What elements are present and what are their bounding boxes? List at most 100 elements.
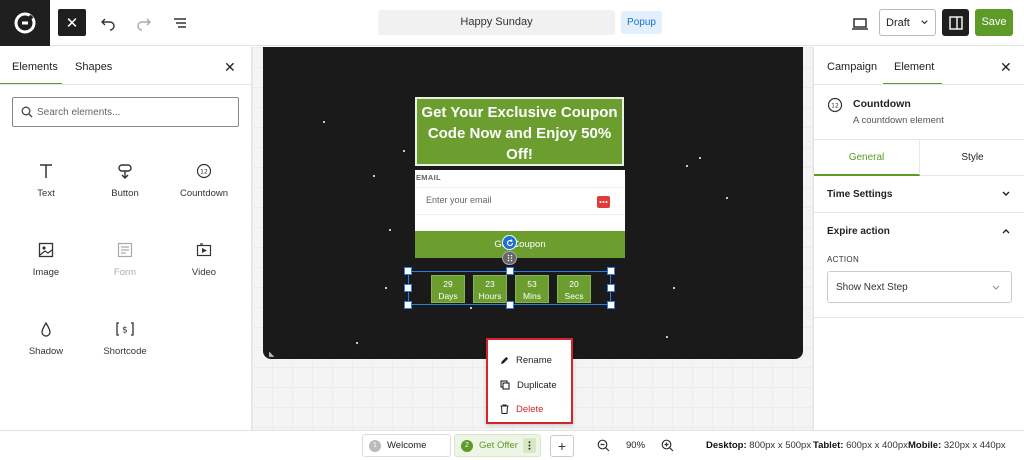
shadow-icon xyxy=(41,321,51,337)
element-form[interactable]: Form xyxy=(89,239,161,289)
step-menu-icon[interactable] xyxy=(523,438,536,453)
star-decoration xyxy=(686,165,688,167)
button-icon xyxy=(118,164,132,179)
element-text[interactable]: Text xyxy=(10,160,82,210)
countdown-unit: Mins xyxy=(523,291,541,301)
element-label: Video xyxy=(191,267,217,278)
element-shadow[interactable]: Shadow xyxy=(10,318,82,368)
redo-icon[interactable] xyxy=(132,11,156,35)
resize-handle[interactable] xyxy=(607,284,615,292)
subtab-style[interactable]: Style xyxy=(920,140,1024,176)
resize-handle[interactable] xyxy=(607,301,615,309)
element-image[interactable]: Image xyxy=(10,239,82,289)
menu-item-duplicate[interactable]: Duplicate xyxy=(500,377,557,393)
campaign-name-field[interactable]: Happy Sunday xyxy=(378,10,615,35)
element-label: Shadow xyxy=(28,346,64,357)
countdown-element-selected[interactable]: 29 Days 23 Hours 53 Mins 20 Secs xyxy=(408,271,611,305)
tab-campaign[interactable]: Campaign xyxy=(827,61,877,73)
chevron-down-icon xyxy=(992,285,1000,290)
desktop-icon[interactable] xyxy=(848,12,872,36)
layers-icon[interactable] xyxy=(168,11,192,35)
tab-shapes[interactable]: Shapes xyxy=(75,61,112,73)
status-select[interactable]: Draft xyxy=(879,9,936,36)
star-decoration xyxy=(373,175,375,177)
chevron-up-icon xyxy=(1002,229,1010,234)
tab-element[interactable]: Element xyxy=(894,61,934,73)
step-label: Get Offer xyxy=(479,440,518,451)
add-step-button[interactable]: + xyxy=(550,435,574,457)
zoom-out-icon[interactable] xyxy=(597,439,610,452)
accordion-title: Time Settings xyxy=(827,189,893,200)
rotate-handle-icon[interactable] xyxy=(502,235,517,250)
countdown-unit: Days xyxy=(438,291,458,301)
get-coupon-button[interactable]: Get Coupon xyxy=(415,231,625,258)
save-button[interactable]: Save xyxy=(975,9,1013,36)
countdown-value: 53 xyxy=(527,279,537,289)
menu-item-delete[interactable]: Delete xyxy=(500,401,543,417)
password-manager-icon[interactable] xyxy=(597,196,610,208)
popup-stage[interactable]: ◣ Get Your Exclusive Coupon Code Now and… xyxy=(263,47,803,359)
element-button[interactable]: Button xyxy=(89,160,161,210)
countdown-value: 23 xyxy=(485,279,495,289)
desktop-dimensions: Desktop: 800px x 500px xyxy=(706,440,812,451)
step-welcome[interactable]: 1 Welcome xyxy=(362,434,451,457)
element-shortcode[interactable]: $ Shortcode xyxy=(89,318,161,368)
close-icon[interactable]: ✕ xyxy=(224,59,236,76)
accordion-expire-action[interactable]: Expire action xyxy=(814,213,1024,250)
countdown-days: 29 Days xyxy=(431,275,465,303)
step-get-offer[interactable]: 2 Get Offer xyxy=(454,434,541,457)
resize-handle[interactable] xyxy=(404,267,412,275)
panel-toggle-button[interactable] xyxy=(942,9,969,36)
element-label: Button xyxy=(111,188,139,199)
action-select[interactable]: Show Next Step xyxy=(827,271,1012,303)
search-input[interactable] xyxy=(37,103,232,121)
accordion-title: Expire action xyxy=(827,226,890,237)
resize-handle[interactable] xyxy=(506,267,514,275)
divider xyxy=(814,84,1024,85)
settings-panel: Campaign Element ✕ 12 Countdown A countd… xyxy=(813,47,1024,430)
action-label: ACTION xyxy=(827,255,860,264)
form-icon xyxy=(117,242,133,258)
resize-handle[interactable] xyxy=(404,284,412,292)
star-decoration xyxy=(699,157,701,159)
undo-icon[interactable] xyxy=(96,11,120,35)
countdown-hours: 23 Hours xyxy=(473,275,507,303)
close-editor-button[interactable]: ✕ xyxy=(58,9,86,36)
duplicate-icon xyxy=(500,380,510,390)
email-form[interactable]: EMAIL Get Coupon xyxy=(415,170,625,258)
element-video[interactable]: Video xyxy=(168,239,240,289)
tab-elements[interactable]: Elements xyxy=(12,61,58,73)
bottom-bar: 1 Welcome 2 Get Offer + 90% Desktop: 800… xyxy=(0,430,1024,460)
zoom-in-icon[interactable] xyxy=(661,439,674,452)
resize-handle[interactable] xyxy=(404,301,412,309)
email-input[interactable] xyxy=(426,195,586,205)
resize-handle[interactable] xyxy=(607,267,615,275)
search-icon xyxy=(21,106,33,118)
svg-text:$: $ xyxy=(122,326,128,336)
image-icon xyxy=(38,242,54,258)
zoom-level: 90% xyxy=(626,440,646,451)
menu-item-rename[interactable]: Rename xyxy=(500,352,552,368)
element-label: Image xyxy=(32,267,60,278)
resize-corner-icon[interactable]: ◣ xyxy=(269,350,274,358)
svg-text:12: 12 xyxy=(831,103,839,110)
star-decoration xyxy=(356,342,358,344)
star-decoration xyxy=(673,287,675,289)
subtab-general[interactable]: General xyxy=(814,140,920,176)
countdown-mins: 53 Mins xyxy=(515,275,549,303)
close-icon[interactable]: ✕ xyxy=(1000,59,1012,76)
trash-icon xyxy=(500,404,509,414)
accordion-time-settings[interactable]: Time Settings xyxy=(814,176,1024,213)
element-countdown[interactable]: 12 Countdown xyxy=(168,160,240,210)
logo-icon[interactable] xyxy=(0,0,50,46)
element-description: A countdown element xyxy=(853,115,944,126)
drag-handle-icon[interactable] xyxy=(502,251,517,265)
countdown-icon: 12 xyxy=(827,97,843,113)
element-label: Form xyxy=(113,267,137,278)
popup-headline[interactable]: Get Your Exclusive Coupon Code Now and E… xyxy=(415,97,624,166)
resize-handle[interactable] xyxy=(506,301,514,309)
countdown-unit: Secs xyxy=(564,291,584,301)
campaign-type-badge: Popup xyxy=(621,11,662,34)
countdown-secs: 20 Secs xyxy=(557,275,591,303)
mobile-dimensions: Mobile: 320px x 440px xyxy=(908,440,1006,451)
